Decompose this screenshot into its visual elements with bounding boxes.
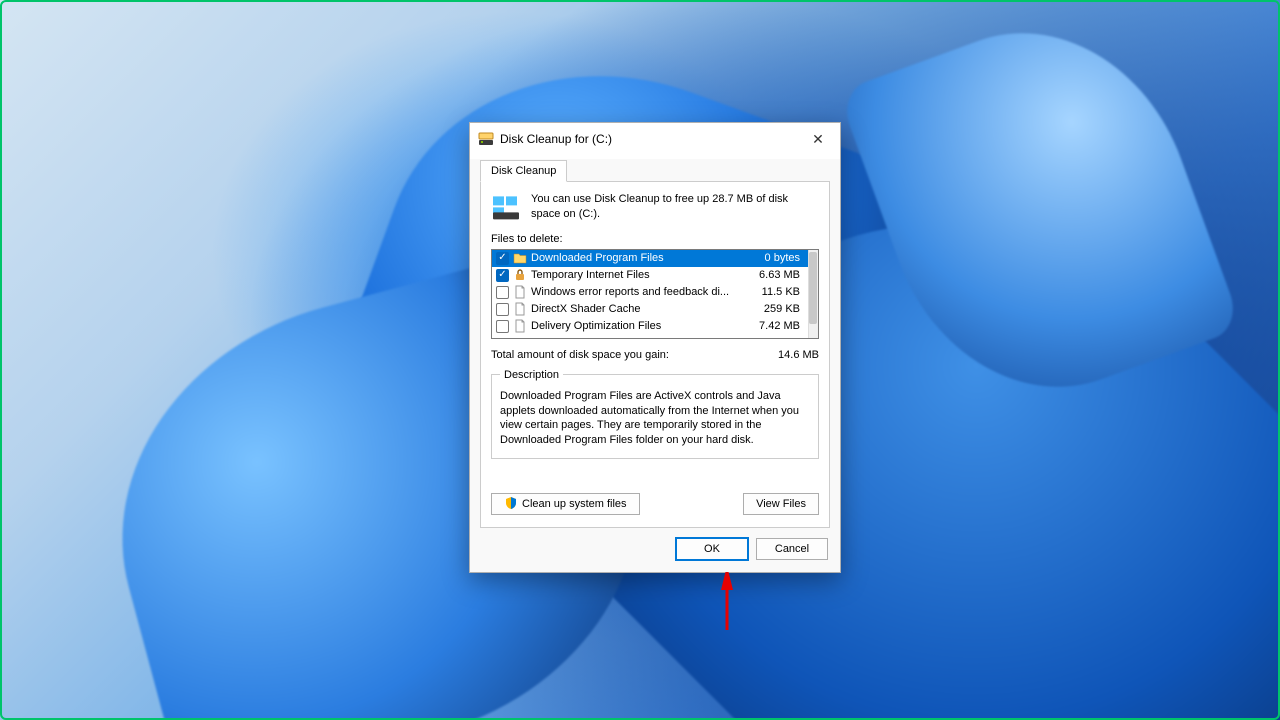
file-checkbox[interactable]	[496, 303, 509, 316]
window-title: Disk Cleanup for (C:)	[500, 132, 612, 146]
ok-label: OK	[704, 543, 720, 555]
file-checkbox[interactable]	[496, 286, 509, 299]
clean-system-files-button[interactable]: Clean up system files	[491, 493, 640, 515]
file-size: 259 KB	[764, 303, 804, 315]
file-name: Delivery Optimization Files	[531, 320, 755, 332]
cancel-label: Cancel	[775, 543, 809, 555]
intro-text: You can use Disk Cleanup to free up 28.7…	[531, 192, 819, 223]
total-value: 14.6 MB	[778, 349, 819, 361]
file-name: Downloaded Program Files	[531, 252, 761, 264]
close-button[interactable]: ✕	[804, 125, 832, 153]
file-row[interactable]: Delivery Optimization Files 7.42 MB	[492, 318, 808, 335]
description-group: Description Downloaded Program Files are…	[491, 369, 819, 459]
disk-cleanup-dialog: Disk Cleanup for (C:) ✕ Disk Cleanup You…	[469, 122, 841, 573]
file-size: 0 bytes	[765, 252, 804, 264]
file-icon	[513, 285, 527, 299]
file-row[interactable]: Downloaded Program Files 0 bytes	[492, 250, 808, 267]
file-checkbox[interactable]	[496, 320, 509, 333]
lock-icon	[513, 268, 527, 282]
view-files-button[interactable]: View Files	[743, 493, 819, 515]
file-size: 6.63 MB	[759, 269, 804, 281]
file-row[interactable]: DirectX Shader Cache 259 KB	[492, 301, 808, 318]
file-name: DirectX Shader Cache	[531, 303, 760, 315]
description-legend: Description	[500, 369, 563, 381]
file-size: 11.5 KB	[762, 286, 804, 298]
ok-button[interactable]: OK	[676, 538, 748, 560]
cancel-button[interactable]: Cancel	[756, 538, 828, 560]
tab-disk-cleanup[interactable]: Disk Cleanup	[480, 160, 567, 182]
disk-cleanup-icon	[478, 131, 494, 147]
folder-icon	[513, 251, 527, 265]
file-row[interactable]: Windows error reports and feedback di...…	[492, 284, 808, 301]
shield-icon	[504, 496, 518, 513]
files-to-delete-label: Files to delete:	[491, 233, 819, 245]
scrollbar[interactable]	[808, 250, 818, 338]
file-name: Windows error reports and feedback di...	[531, 286, 758, 298]
view-files-label: View Files	[756, 498, 806, 510]
clean-system-files-label: Clean up system files	[522, 498, 627, 510]
file-row[interactable]: Temporary Internet Files 6.63 MB	[492, 267, 808, 284]
file-icon	[513, 319, 527, 333]
description-text: Downloaded Program Files are ActiveX con…	[500, 389, 810, 448]
file-size: 7.42 MB	[759, 320, 804, 332]
file-checkbox[interactable]	[496, 252, 509, 265]
total-label: Total amount of disk space you gain:	[491, 349, 669, 361]
drive-icon	[491, 192, 521, 223]
tab-strip: Disk Cleanup	[480, 159, 830, 182]
titlebar[interactable]: Disk Cleanup for (C:) ✕	[470, 123, 840, 155]
scrollbar-thumb[interactable]	[809, 252, 817, 324]
files-listbox[interactable]: Downloaded Program Files 0 bytes Temporary…	[491, 249, 819, 339]
close-icon: ✕	[812, 131, 824, 148]
file-name: Temporary Internet Files	[531, 269, 755, 281]
file-checkbox[interactable]	[496, 269, 509, 282]
file-icon	[513, 302, 527, 316]
